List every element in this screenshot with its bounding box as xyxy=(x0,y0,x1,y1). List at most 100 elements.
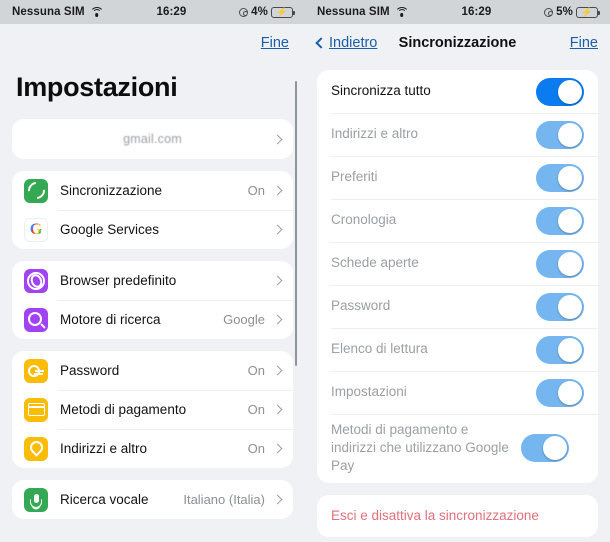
sign-out-label: Esci e disattiva la sincronizzazione xyxy=(331,507,539,523)
left-scrollbar[interactable] xyxy=(294,81,297,366)
toggle-google-pay[interactable] xyxy=(521,434,569,463)
sync-row-google-pay[interactable]: Metodi di pagamento e indirizzi che util… xyxy=(317,414,598,483)
left-settings-scroll-area[interactable]: gmail.com Sincronizzazione On G Google S… xyxy=(0,81,305,519)
list-item-google-services[interactable]: G Google Services xyxy=(12,210,293,249)
sync-icon xyxy=(24,178,48,203)
settings-group-sync: Sincronizzazione On G Google Services xyxy=(12,171,293,249)
list-item-label: Password xyxy=(60,363,120,378)
back-button-label: Indietro xyxy=(329,35,378,51)
back-button[interactable]: Indietro xyxy=(315,35,378,51)
list-item-label: Browser predefinito xyxy=(60,273,177,288)
dual-phone-screenshot: Nessuna SIM 16:29 4% ⚡ Fine Impostazioni… xyxy=(0,0,610,542)
chevron-right-icon xyxy=(272,185,283,196)
list-item-indirizzi-e-altro[interactable]: Indirizzi e altro On xyxy=(12,429,293,468)
microphone-icon xyxy=(24,487,48,512)
sync-row-preferiti[interactable]: Preferiti xyxy=(317,156,598,199)
left-status-battery-group: 4% ⚡ xyxy=(239,6,295,18)
sync-row-label: Sincronizza tutto xyxy=(331,83,431,99)
battery-charging-icon: ⚡ xyxy=(576,6,600,18)
sync-row-label: Password xyxy=(331,298,391,314)
list-item-value: On xyxy=(247,402,265,417)
right-done-button[interactable]: Fine xyxy=(570,35,598,51)
list-item-sincronizzazione[interactable]: Sincronizzazione On xyxy=(12,171,293,210)
charging-bolt-icon: ⚡ xyxy=(276,6,288,17)
location-services-icon xyxy=(544,7,554,17)
battery-percent-label: 4% xyxy=(251,6,268,18)
right-nav-bar: Indietro Fine Sincronizzazione xyxy=(305,24,610,62)
sync-row-label: Indirizzi e altro xyxy=(331,126,419,142)
sync-toggles-card: Sincronizza tutto Indirizzi e altro Pref… xyxy=(317,70,598,483)
wifi-icon xyxy=(394,6,409,18)
credit-card-icon xyxy=(24,397,48,422)
toggle-impostazioni[interactable] xyxy=(536,378,584,407)
left-status-bar: Nessuna SIM 16:29 4% ⚡ xyxy=(0,0,305,24)
list-item-value: Google xyxy=(223,312,265,327)
list-item-password[interactable]: Password On xyxy=(12,351,293,390)
page-title: Impostazioni xyxy=(16,72,178,102)
list-item-motore-di-ricerca[interactable]: Motore di ricerca Google xyxy=(12,300,293,339)
sync-row-schede-aperte[interactable]: Schede aperte xyxy=(317,242,598,285)
sync-row-cronologia[interactable]: Cronologia xyxy=(317,199,598,242)
sign-out-card[interactable]: Esci e disattiva la sincronizzazione xyxy=(317,494,598,537)
chevron-right-icon xyxy=(272,134,283,144)
toggle-preferiti[interactable] xyxy=(536,163,584,192)
status-clock: 16:29 xyxy=(461,6,492,18)
sync-row-indirizzi-e-altro[interactable]: Indirizzi e altro xyxy=(317,113,598,156)
settings-group-browser: Browser predefinito Motore di ricerca Go… xyxy=(12,261,293,339)
account-card: gmail.com xyxy=(12,119,293,159)
right-status-bar: Nessuna SIM 16:29 5% ⚡ xyxy=(305,0,610,24)
list-item-value: On xyxy=(247,183,265,198)
list-item-value: On xyxy=(247,363,265,378)
sync-scroll-area[interactable]: Sincronizza tutto Indirizzi e altro Pref… xyxy=(305,62,610,542)
toggle-sincronizza-tutto[interactable] xyxy=(536,77,584,106)
account-row[interactable]: gmail.com xyxy=(12,119,293,159)
battery-charging-icon: ⚡ xyxy=(271,6,295,18)
globe-icon xyxy=(24,268,48,293)
left-done-button[interactable]: Fine xyxy=(261,35,289,51)
battery-percent-label: 5% xyxy=(556,6,573,18)
list-item-label: Sincronizzazione xyxy=(60,183,163,198)
location-services-icon xyxy=(239,7,249,17)
carrier-label: Nessuna SIM xyxy=(12,6,85,18)
list-item-label: Indirizzi e altro xyxy=(60,441,148,456)
sync-row-password[interactable]: Password xyxy=(317,285,598,328)
list-item-browser-predefinito[interactable]: Browser predefinito xyxy=(12,261,293,300)
status-clock: 16:29 xyxy=(156,6,187,18)
list-item-value: On xyxy=(247,441,265,456)
location-pin-icon xyxy=(24,436,48,461)
left-phone-screen: Nessuna SIM 16:29 4% ⚡ Fine Impostazioni… xyxy=(0,0,305,542)
toggle-indirizzi-e-altro[interactable] xyxy=(536,120,584,149)
charging-bolt-icon: ⚡ xyxy=(581,6,593,17)
sync-row-label: Cronologia xyxy=(331,212,397,228)
toggle-elenco-di-lettura[interactable] xyxy=(536,335,584,364)
left-nav-bar: Fine xyxy=(0,24,305,62)
chevron-right-icon xyxy=(272,365,283,376)
list-item-label: Metodi di pagamento xyxy=(60,402,187,417)
list-item-label: Google Services xyxy=(60,222,160,237)
chevron-left-icon xyxy=(315,37,327,49)
wifi-icon xyxy=(89,6,104,18)
chevron-right-icon xyxy=(272,314,283,325)
sync-row-impostazioni[interactable]: Impostazioni xyxy=(317,371,598,414)
list-item-ricerca-vocale[interactable]: Ricerca vocale Italiano (Italia) xyxy=(12,480,293,519)
right-phone-screen: Nessuna SIM 16:29 5% ⚡ Indietro Fine Sin… xyxy=(305,0,610,542)
settings-group-voice: Ricerca vocale Italiano (Italia) xyxy=(12,480,293,519)
list-item-label: Motore di ricerca xyxy=(60,312,161,327)
chevron-right-icon xyxy=(272,404,283,415)
sync-row-elenco-di-lettura[interactable]: Elenco di lettura xyxy=(317,328,598,371)
sync-row-label: Impostazioni xyxy=(331,384,407,400)
sync-row-sincronizza-tutto[interactable]: Sincronizza tutto xyxy=(317,70,598,113)
google-logo-icon: G xyxy=(24,217,48,242)
right-status-carrier-group: Nessuna SIM xyxy=(317,6,409,18)
toggle-cronologia[interactable] xyxy=(536,206,584,235)
left-status-carrier-group: Nessuna SIM xyxy=(12,6,104,18)
list-item-metodi-di-pagamento[interactable]: Metodi di pagamento On xyxy=(12,390,293,429)
toggle-password[interactable] xyxy=(536,292,584,321)
key-icon xyxy=(24,358,48,383)
sync-row-label: Preferiti xyxy=(331,169,378,185)
toggle-schede-aperte[interactable] xyxy=(536,249,584,278)
list-item-label: Ricerca vocale xyxy=(60,492,149,507)
chevron-right-icon xyxy=(272,443,283,454)
sync-row-label: Schede aperte xyxy=(331,255,419,271)
account-email-label: gmail.com xyxy=(123,132,182,146)
